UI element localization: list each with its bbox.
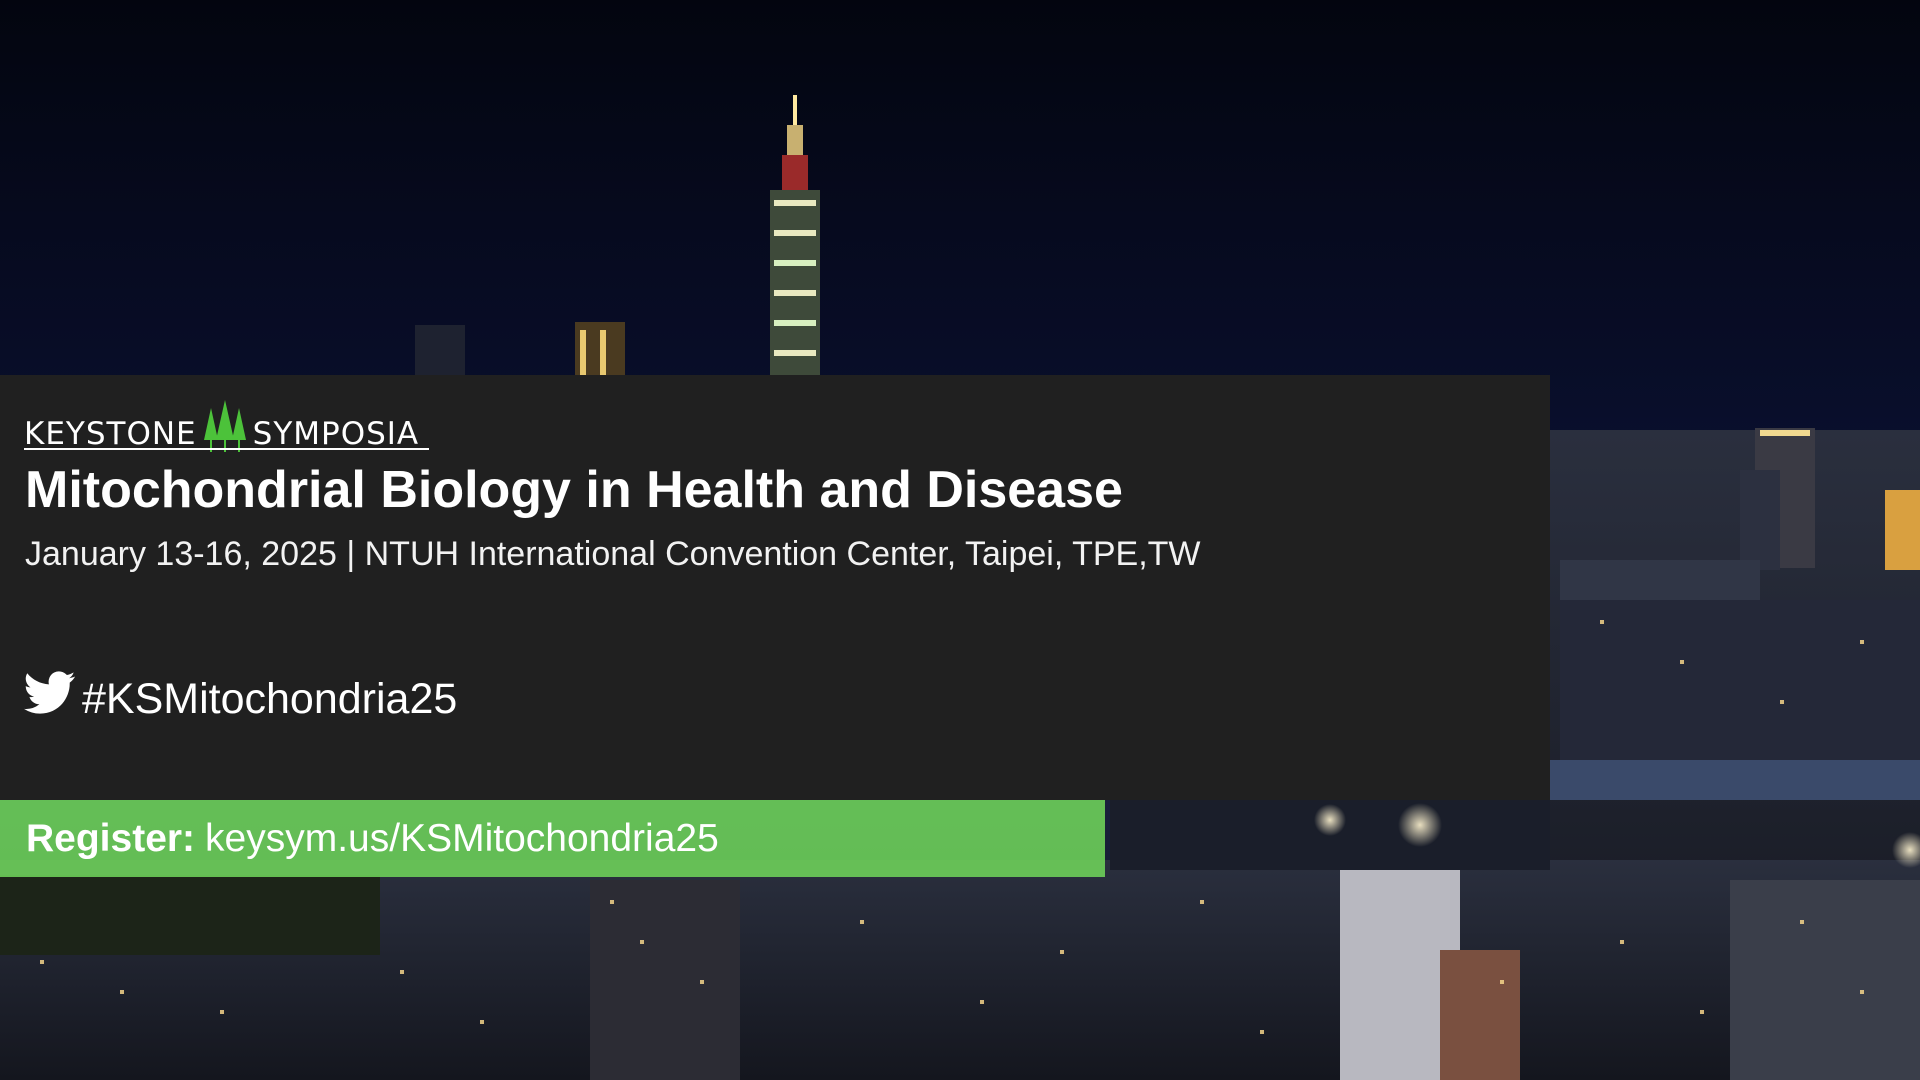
register-banner[interactable]: Register: keysym.us/KSMitochondria25: [0, 800, 1105, 877]
event-date-location: January 13-16, 2025 | NTUH International…: [25, 535, 1201, 573]
social-hashtag: #KSMitochondria25: [24, 670, 458, 724]
hashtag-text: #KSMitochondria25: [82, 675, 458, 723]
register-link[interactable]: keysym.us/KSMitochondria25: [205, 817, 719, 861]
logo-left-word: KEYSTONE: [24, 416, 197, 452]
logo-right-word: SYMPOSIA: [252, 416, 420, 452]
keystone-symposia-logo: KEYSTONE SYMPOSIA: [24, 396, 419, 452]
event-title: Mitochondrial Biology in Health and Dise…: [25, 461, 1123, 519]
event-banner: KEYSTONE SYMPOSIA Mitochondrial Biology …: [0, 0, 1920, 1080]
logo-underline: [24, 448, 429, 450]
twitter-icon: [24, 670, 76, 714]
register-label: Register:: [26, 816, 196, 860]
pine-trees-icon: [203, 400, 246, 452]
